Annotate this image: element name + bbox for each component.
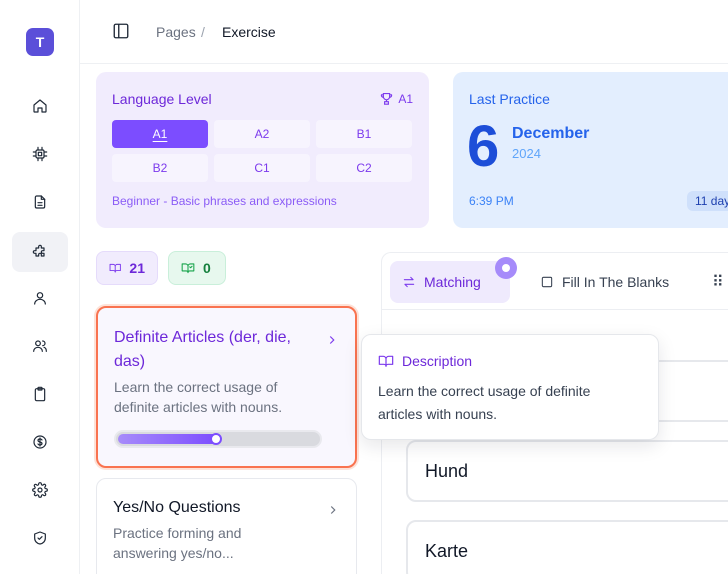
word-card-hund[interactable]: Hund [406, 440, 728, 502]
sidebar-item-user[interactable] [12, 278, 68, 318]
chevron-right-icon [326, 503, 340, 517]
last-practice-title: Last Practice [469, 91, 550, 107]
trophy-icon [381, 92, 393, 105]
tooltip-title: Description [402, 353, 473, 369]
sidebar-item-billing[interactable] [12, 422, 68, 462]
sidebar-item-settings[interactable] [12, 470, 68, 510]
completed-count-value: 0 [203, 260, 211, 276]
exercise-title: Yes/No Questions [113, 499, 241, 516]
exercise-description: Learn the correct usage of definite arti… [114, 379, 283, 415]
language-level-card: Language Level A1 A1 A2 B1 B2 C1 C2 Begi… [96, 72, 429, 228]
sidebar-item-clipboard[interactable] [12, 374, 68, 414]
exercise-progress-bar [114, 430, 322, 448]
chevron-right-icon [325, 333, 339, 347]
arrows-swap-icon [403, 276, 415, 288]
tab-matching-label: Matching [424, 274, 481, 290]
level-button-c2[interactable]: C2 [316, 154, 412, 182]
clipboard-icon [34, 386, 46, 402]
exercise-description: Practice forming and answering yes/no... [113, 525, 242, 561]
sidebar-item-home[interactable] [12, 86, 68, 126]
sidebar-item-puzzle[interactable] [12, 232, 68, 272]
level-description: Beginner - Basic phrases and expressions [112, 194, 337, 208]
completed-count-badge: 0 [168, 251, 226, 285]
active-indicator-dot [495, 257, 517, 279]
exercise-title: Definite Articles (der, die, das) [114, 329, 291, 370]
tab-fill-in-the-blanks-label: Fill In The Blanks [562, 274, 670, 290]
book-check-icon [181, 263, 195, 274]
breadcrumb-separator: / [201, 24, 205, 40]
book-open-icon [378, 355, 394, 367]
progress-fill [118, 434, 218, 444]
sidebar-item-chip[interactable] [12, 134, 68, 174]
current-level-badge: A1 [379, 91, 413, 106]
tooltip-header: Description [378, 353, 472, 369]
exercise-card-definite-articles[interactable]: Definite Articles (der, die, das) Learn … [96, 306, 357, 468]
book-open-icon [109, 263, 121, 273]
last-practice-card: Last Practice 6 December 2024 6:39 PM 11… [453, 72, 728, 228]
chip-icon [32, 146, 48, 162]
level-button-c1[interactable]: C1 [214, 154, 310, 182]
language-level-title: Language Level [112, 91, 212, 107]
breadcrumb-current: Exercise [222, 24, 276, 40]
current-level-label: A1 [398, 91, 413, 106]
tab-fill-in-the-blanks[interactable]: Fill In The Blanks [528, 261, 681, 303]
word-text: Hund [425, 461, 469, 481]
grip-icon: ⠿ [712, 274, 724, 291]
dollar-circle-icon [33, 435, 47, 449]
panel-left-icon [113, 23, 129, 39]
tab-matching[interactable]: Matching [390, 261, 510, 303]
exercise-card-yes-no-questions[interactable]: Yes/No Questions Practice forming and an… [96, 478, 357, 574]
progress-knob[interactable] [210, 433, 222, 445]
last-practice-day: 6 [467, 114, 500, 179]
level-button-b1[interactable]: B1 [316, 120, 412, 148]
top-header: Pages / Exercise [80, 0, 728, 64]
last-practice-month: December [512, 125, 590, 142]
sidebar-item-security[interactable] [12, 518, 68, 558]
puzzle-icon [32, 244, 45, 257]
sidebar: T [0, 0, 80, 574]
app-logo[interactable]: T [26, 28, 54, 56]
last-practice-year: 2024 [512, 146, 541, 161]
exercise-count-badge: 21 [96, 251, 158, 285]
tooltip-body: Learn the correct usage of definite arti… [378, 383, 591, 422]
word-card-karte[interactable]: Karte [406, 520, 728, 574]
shield-check-icon [34, 531, 46, 545]
description-tooltip: Description Learn the correct usage of d… [361, 334, 659, 440]
days-since-badge: 11 day [687, 191, 728, 211]
sidebar-item-users[interactable] [12, 326, 68, 366]
user-icon [34, 292, 46, 305]
home-icon [33, 99, 47, 113]
breadcrumb-pages[interactable]: Pages [156, 24, 196, 40]
level-button-a2[interactable]: A2 [214, 120, 310, 148]
gear-icon [32, 482, 48, 498]
file-text-icon [34, 195, 46, 209]
users-icon [33, 340, 47, 352]
exercise-type-tabs: Matching Fill In The Blanks ⠿ [382, 253, 728, 310]
sidebar-item-document[interactable] [12, 182, 68, 222]
sidebar-toggle-button[interactable] [112, 22, 132, 42]
level-button-b2[interactable]: B2 [112, 154, 208, 182]
word-text: Karte [425, 541, 469, 561]
tab-more[interactable]: ⠿ [712, 261, 724, 303]
level-button-a1[interactable]: A1 [112, 120, 208, 148]
exercise-count-value: 21 [129, 260, 145, 276]
last-practice-time: 6:39 PM [469, 194, 514, 208]
checkbox-icon [541, 276, 553, 288]
